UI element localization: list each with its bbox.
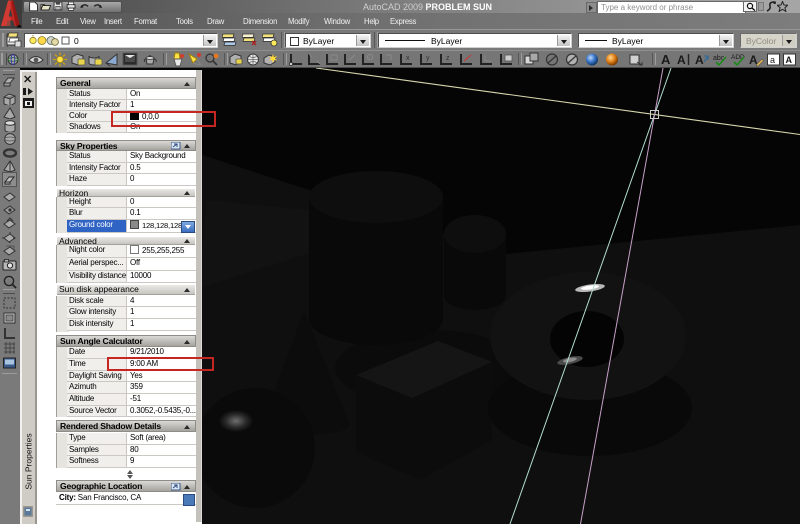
svg-text:y: y [426,55,430,62]
svg-text:A: A [661,52,671,67]
svg-text:A: A [695,53,704,67]
svg-text:z: z [446,55,450,62]
svg-text:A: A [677,53,686,67]
svg-text:a: a [770,55,775,65]
svg-text:x: x [406,55,410,62]
svg-text:A: A [786,55,793,65]
